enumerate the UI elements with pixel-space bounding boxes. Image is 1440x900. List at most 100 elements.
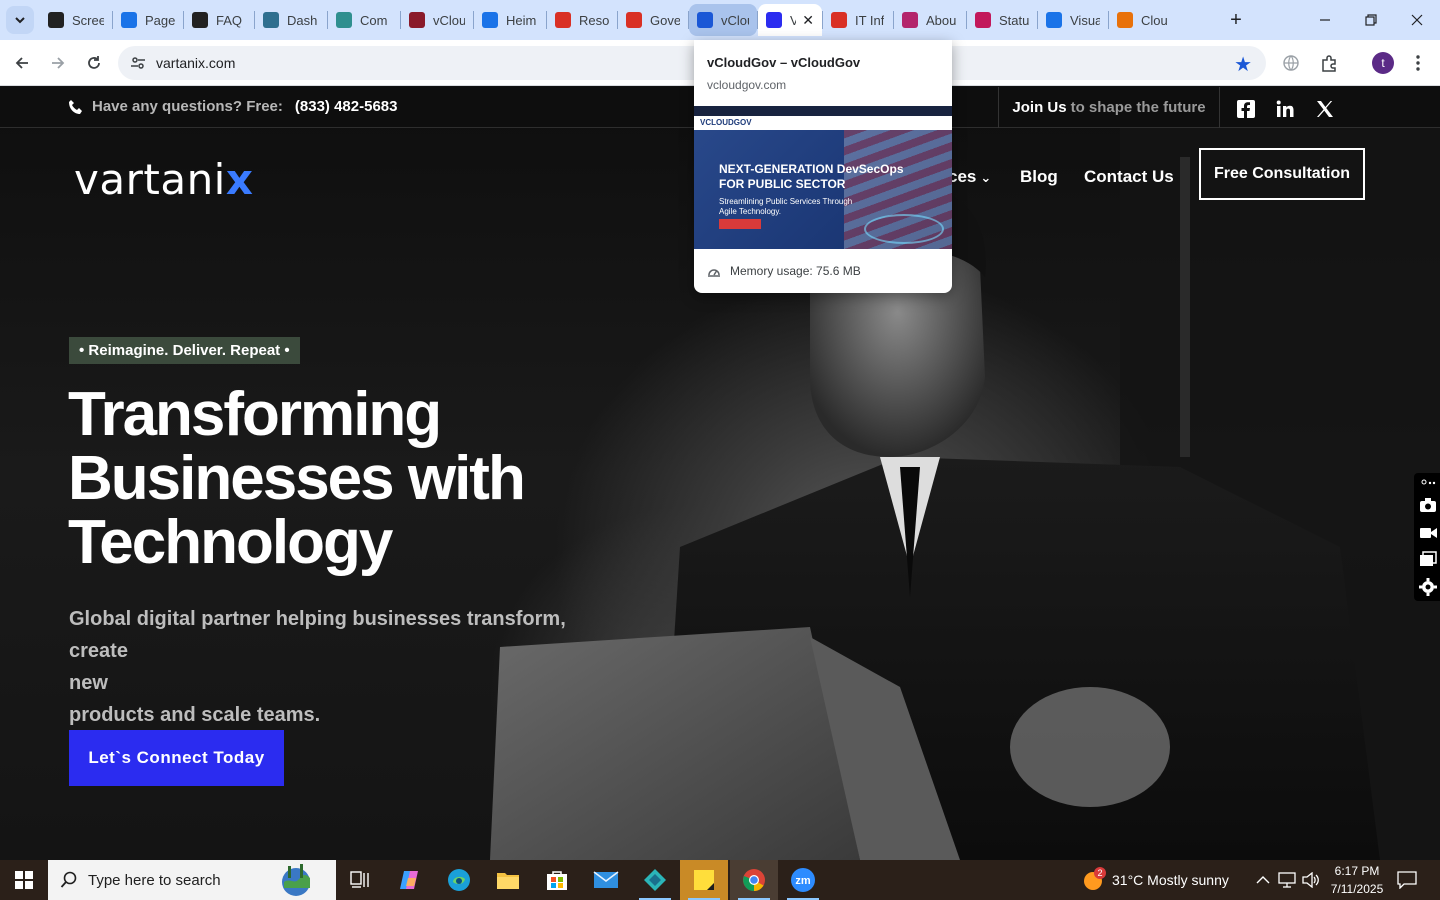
site-logo[interactable]: vartanix (74, 155, 253, 204)
minimize-button[interactable] (1302, 0, 1348, 40)
reload-button[interactable] (80, 49, 108, 77)
nav-blog[interactable]: Blog (1020, 167, 1058, 187)
hover-card-title: vCloudGov – vCloudGov (707, 55, 861, 70)
headline-line-1: Transforming (68, 380, 442, 449)
weather-alert-badge: 2 (1094, 867, 1106, 879)
kebab-menu-icon (1416, 55, 1420, 71)
tab-list: Scree Page FAQ Dash Com vClou Heim Reso Gove vClo… (40, 4, 1179, 36)
tab-9[interactable]: Gove (618, 4, 688, 36)
translate-button[interactable] (1278, 50, 1304, 76)
tab-strip: Scree Page FAQ Dash Com vClou Heim Reso Gove vClo… (0, 0, 1440, 40)
nav-contact[interactable]: Contact Us (1084, 167, 1174, 187)
taskbar-search[interactable]: Type here to search (48, 860, 336, 900)
taskbar-chrome[interactable] (730, 860, 778, 900)
task-view-button[interactable] (336, 860, 384, 900)
store-icon (547, 871, 567, 890)
tab-label: Com (360, 12, 388, 28)
tab-search-button[interactable] (6, 6, 34, 34)
tab-label: Statu (999, 12, 1029, 28)
tab-15[interactable]: Visua (1038, 4, 1108, 36)
tab-1[interactable]: Scree (40, 4, 112, 36)
taskbar-copilot[interactable] (386, 860, 434, 900)
nav-services[interactable]: ces ⌄ (948, 167, 991, 187)
menu-button[interactable] (1405, 50, 1431, 76)
profile-avatar[interactable]: t (1372, 52, 1394, 74)
chevron-up-icon[interactable] (1256, 874, 1270, 886)
address-bar[interactable]: vartanix.com ★ (118, 46, 1266, 80)
subheading-line-2: new (69, 672, 108, 694)
tab-10[interactable]: vClou (689, 4, 757, 36)
tab-16[interactable]: Clou (1109, 4, 1179, 36)
edge-icon (448, 869, 470, 891)
subheading-line-1: Global digital partner helping businesse… (69, 608, 566, 662)
tab-13[interactable]: Abou (894, 4, 966, 36)
facebook-icon[interactable] (1236, 99, 1256, 119)
video-icon[interactable] (1418, 523, 1438, 543)
start-button[interactable] (0, 860, 48, 900)
taskbar-file-explorer[interactable] (484, 860, 532, 900)
x-logo-icon (766, 12, 782, 28)
taskbar-store[interactable] (533, 860, 581, 900)
sticky-notes-icon (694, 870, 714, 890)
phone-number-link[interactable]: (833) 482-5683 (295, 98, 398, 115)
arrow-left-icon (15, 57, 28, 69)
tab-label: Reso (579, 12, 609, 28)
gem-icon (831, 12, 847, 28)
swoosh-icon (1117, 12, 1133, 28)
gear-icon[interactable] (1418, 577, 1438, 597)
svg-text:zm: zm (795, 875, 811, 887)
hero-headline: Transforming Businesses with Technology (68, 383, 588, 575)
windows-icon[interactable] (1418, 549, 1438, 569)
new-tab-button[interactable]: + (1224, 8, 1248, 32)
tab-12[interactable]: IT Inf (823, 4, 893, 36)
tab-6[interactable]: vClou (401, 4, 473, 36)
network-icon[interactable] (1278, 872, 1296, 888)
camera-icon[interactable] (1418, 495, 1438, 515)
v-icon (409, 12, 425, 28)
linkedin-icon[interactable] (1275, 99, 1295, 119)
questions-label: Have any questions? Free: (92, 98, 283, 115)
tab-14[interactable]: Statu (967, 4, 1037, 36)
close-window-button[interactable] (1394, 0, 1440, 40)
taskbar-sticky-notes[interactable] (680, 860, 728, 900)
check-icon (697, 12, 713, 28)
tab-3[interactable]: FAQ (184, 4, 254, 36)
thumb-button (719, 219, 761, 229)
forward-button[interactable] (44, 49, 72, 77)
tab-label: vClou (433, 12, 465, 28)
tab-8[interactable]: Reso (547, 4, 617, 36)
extensions-button[interactable] (1316, 50, 1342, 76)
tab-7[interactable]: Heim (474, 4, 546, 36)
minimize-icon (1320, 19, 1330, 21)
capture-toolbar (1414, 473, 1440, 601)
hexagon-icon (263, 12, 279, 28)
join-us-label: Join Us (1012, 99, 1067, 116)
restore-button[interactable] (1348, 0, 1394, 40)
connect-button[interactable]: Let`s Connect Today (69, 730, 284, 786)
close-tab-icon[interactable]: ✕ (802, 12, 814, 29)
tab-5[interactable]: Com (328, 4, 400, 36)
taskbar-zoom[interactable]: zm (779, 860, 827, 900)
folder-icon (497, 873, 519, 889)
taskbar-edge[interactable] (435, 860, 483, 900)
tab-4[interactable]: Dash (255, 4, 327, 36)
taskbar-mail[interactable] (582, 860, 630, 900)
free-consultation-button[interactable]: Free Consultation (1199, 148, 1365, 200)
bookmark-star-icon[interactable]: ★ (1234, 52, 1252, 77)
mail-icon (593, 871, 619, 888)
volume-icon[interactable] (1302, 872, 1320, 888)
x-twitter-icon[interactable] (1315, 99, 1335, 119)
close-icon (1411, 14, 1423, 26)
phone-icon (69, 99, 82, 114)
tab-11[interactable]: V ✕ (758, 4, 822, 36)
back-button[interactable] (8, 49, 36, 77)
more-icon[interactable] (1418, 473, 1438, 493)
notification-icon[interactable] (1397, 871, 1417, 889)
tab-2[interactable]: Page (113, 4, 183, 36)
join-us-link[interactable]: Join Us to shape the future (998, 87, 1220, 128)
taskbar-app-kite[interactable] (631, 860, 679, 900)
gear-icon (48, 12, 64, 28)
site-settings-icon[interactable] (130, 55, 146, 71)
pulse-icon (1046, 12, 1062, 28)
system-clock[interactable]: 6:17 PM 7/11/2025 (1326, 862, 1388, 898)
